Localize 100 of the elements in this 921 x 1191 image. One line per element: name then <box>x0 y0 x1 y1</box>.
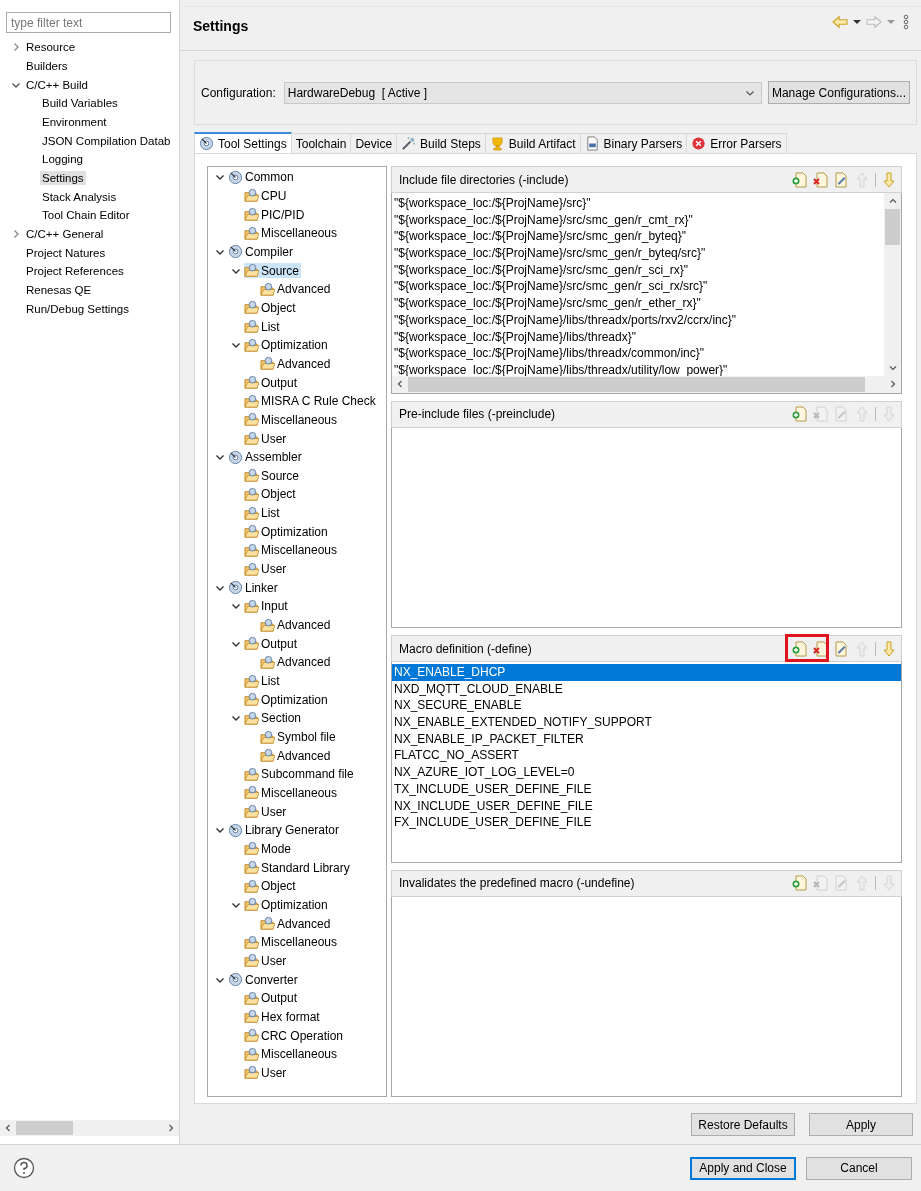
vertical-scrollbar[interactable] <box>884 193 901 376</box>
nav-item[interactable]: Project Natures <box>24 245 108 260</box>
horizontal-scrollbar[interactable] <box>0 1120 179 1136</box>
tree-item[interactable]: Miscellaneous <box>244 412 340 428</box>
entry-row[interactable]: "${workspace_loc:/${ProjName}/src/smc_gen/r_byteq}" <box>392 228 884 246</box>
tree-item[interactable]: Converter <box>228 972 300 988</box>
tree-item[interactable]: Advanced <box>260 654 333 670</box>
page-button[interactable]: Apply <box>809 1113 913 1136</box>
edit-icon[interactable] <box>833 640 849 657</box>
tree-item[interactable]: Standard Library <box>244 860 352 876</box>
nav-item[interactable]: C/C++ Build <box>24 77 90 92</box>
tree-item[interactable]: Advanced <box>260 281 333 297</box>
tree-item[interactable]: Mode <box>244 841 294 857</box>
tree-item[interactable]: User <box>244 953 289 969</box>
tree-item[interactable]: User <box>244 804 289 820</box>
tree-item[interactable]: Symbol file <box>260 729 338 745</box>
dialog-button[interactable]: Apply and Close <box>690 1156 796 1180</box>
scroll-left-icon[interactable] <box>3 1123 13 1133</box>
nav-item[interactable]: Logging <box>40 152 85 167</box>
tree-item[interactable]: Advanced <box>260 356 333 372</box>
tree-item[interactable]: CPU <box>244 188 289 204</box>
tree-item[interactable]: User <box>244 1065 289 1081</box>
delete-icon[interactable] <box>812 640 828 657</box>
nav-item[interactable]: Stack Analysis <box>40 189 119 204</box>
entry-row[interactable]: NX_SECURE_ENABLE <box>392 697 901 715</box>
tree-item[interactable]: Miscellaneous <box>244 225 340 241</box>
nav-item[interactable]: JSON Compilation Datab <box>40 133 173 148</box>
tree-item[interactable]: Source <box>244 263 302 279</box>
nav-item[interactable]: Tool Chain Editor <box>40 208 132 223</box>
nav-item[interactable]: Settings <box>40 170 86 185</box>
tree-item[interactable]: Advanced <box>260 748 333 764</box>
dialog-button[interactable]: Cancel <box>806 1156 912 1180</box>
scroll-left-icon[interactable] <box>395 379 405 389</box>
tree-item[interactable]: Output <box>244 990 300 1006</box>
tree-item[interactable]: PIC/PID <box>244 207 307 223</box>
tree-item[interactable]: Source <box>244 468 302 484</box>
tree-item[interactable]: Optimization <box>244 897 330 913</box>
scroll-up-icon[interactable] <box>887 196 898 206</box>
tree-item[interactable]: Hex format <box>244 1009 322 1025</box>
entry-row[interactable]: NXD_MQTT_CLOUD_ENABLE <box>392 680 901 698</box>
tree-item[interactable]: Input <box>244 598 290 614</box>
tree-item[interactable]: List <box>244 673 282 689</box>
tab[interactable]: Build Steps <box>396 133 486 153</box>
nav-item[interactable]: Project References <box>24 264 126 279</box>
scrollbar-thumb[interactable] <box>408 376 865 392</box>
chevron-right-icon[interactable] <box>11 42 21 53</box>
entry-row[interactable]: "${workspace_loc:/${ProjName}/libs/threadx}" <box>392 328 884 346</box>
help-icon[interactable] <box>13 1157 35 1179</box>
entry-row[interactable]: NX_AZURE_IOT_LOG_LEVEL=0 <box>392 764 901 781</box>
filter-field[interactable]: type filter text <box>6 12 171 33</box>
nav-item[interactable]: Build Variables <box>40 96 120 111</box>
move-down-icon[interactable] <box>881 640 897 657</box>
tree-item[interactable]: Section <box>244 710 304 726</box>
horizontal-scrollbar[interactable] <box>392 375 901 393</box>
add-icon[interactable] <box>791 171 807 188</box>
tree-item[interactable]: Miscellaneous <box>244 1046 340 1062</box>
entry-row[interactable]: FLATCC_NO_ASSERT <box>392 747 901 765</box>
entry-row[interactable]: "${workspace_loc:/${ProjName}/libs/threadx/common/inc}" <box>392 345 884 362</box>
tree-item[interactable]: Object <box>244 300 298 316</box>
tree-item[interactable]: Miscellaneous <box>244 785 340 801</box>
nav-item[interactable]: C/C++ General <box>24 226 106 241</box>
entry-row[interactable]: "${workspace_loc:/${ProjName}/src/smc_gen/r_ether_rx}" <box>392 295 884 312</box>
tree-item[interactable]: Compiler <box>228 244 295 260</box>
tree-item[interactable]: CRC Operation <box>244 1028 346 1043</box>
scroll-right-icon[interactable] <box>888 379 898 389</box>
manage-configurations-button[interactable]: Manage Configurations... <box>767 81 910 104</box>
entry-row[interactable]: "${workspace_loc:/${ProjName}/src/smc_gen/r_sci_rx}" <box>392 261 884 279</box>
tree-item[interactable]: Output <box>244 636 300 652</box>
tree-item[interactable]: MISRA C Rule Check <box>244 393 378 409</box>
tree-item[interactable]: Advanced <box>260 617 333 633</box>
tab[interactable]: Build Artifact <box>484 133 581 153</box>
tree-item[interactable]: Subcommand file <box>244 766 356 782</box>
tree-item[interactable]: List <box>244 319 282 335</box>
chevron-right-icon[interactable] <box>11 228 21 239</box>
nav-item[interactable]: Environment <box>40 114 109 129</box>
tree-item[interactable]: Optimization <box>244 337 330 353</box>
tab[interactable]: Tool Settings <box>194 132 292 153</box>
nav-item[interactable]: Renesas QE <box>24 282 94 297</box>
tree-item[interactable]: User <box>244 561 289 577</box>
edit-icon[interactable] <box>833 171 849 188</box>
view-menu-icon[interactable] <box>903 13 909 30</box>
page-button[interactable]: Restore Defaults <box>691 1113 795 1136</box>
configuration-dropdown[interactable]: HardwareDebug [ Active ] <box>283 81 762 104</box>
delete-icon[interactable] <box>812 171 828 188</box>
tree-item[interactable]: Optimization <box>244 692 330 708</box>
move-down-icon[interactable] <box>881 171 897 188</box>
entry-row[interactable]: NX_ENABLE_DHCP <box>392 664 901 681</box>
entry-row[interactable]: "${workspace_loc:/${ProjName}/src/smc_gen/r_sci_rx/src}" <box>392 278 884 296</box>
tree-item[interactable]: List <box>244 505 282 521</box>
tree-item[interactable]: Common <box>228 169 296 185</box>
add-icon[interactable] <box>791 640 807 657</box>
entry-row[interactable]: "${workspace_loc:/${ProjName}/src/smc_gen/r_cmt_rx}" <box>392 211 884 229</box>
tree-item[interactable]: Object <box>244 487 298 502</box>
entry-row[interactable]: "${workspace_loc:/${ProjName}/libs/threadx/utility/low_power}" <box>392 361 884 376</box>
scrollbar-thumb[interactable] <box>885 209 900 245</box>
entry-row[interactable]: "${workspace_loc:/${ProjName}/src/smc_gen/r_byteq/src}" <box>392 245 884 262</box>
scrollbar-thumb[interactable] <box>16 1121 73 1135</box>
dropdown-caret-icon[interactable] <box>853 17 861 26</box>
entry-row[interactable]: "${workspace_loc:/${ProjName}/src}" <box>392 195 884 212</box>
nav-item[interactable]: Resource <box>24 40 78 55</box>
